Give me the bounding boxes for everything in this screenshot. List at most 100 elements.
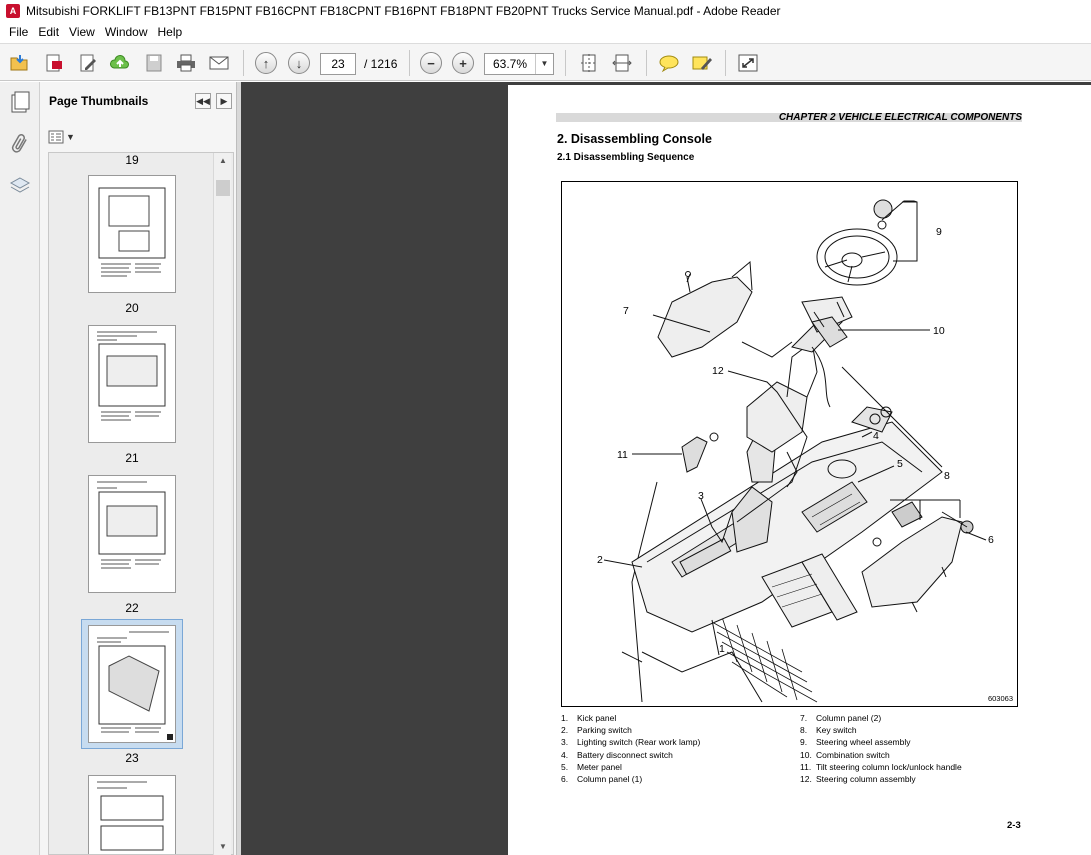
fullscreen-icon[interactable]	[736, 52, 760, 74]
legend-number: 7.	[800, 713, 808, 723]
toolbar: ↑ ↓ 23 / 1216 − + 63.7% ▼	[0, 43, 1091, 81]
thumbnail-label: 19	[125, 153, 139, 167]
legend-item: 8. Key switch	[800, 724, 962, 736]
thumbnail-page-20[interactable]	[88, 325, 176, 443]
legend-right: 7. Column panel (2) 8. Key switch 9. Steeri…	[800, 712, 962, 785]
subsection-heading: 2.1 Disassembling Sequence	[557, 152, 695, 163]
zoom-in-icon[interactable]: +	[451, 52, 475, 74]
thumbnail-page-21[interactable]	[88, 475, 176, 593]
legend-number: 1.	[561, 713, 569, 723]
callout-6: 6	[988, 534, 994, 546]
fit-page-icon[interactable]	[577, 52, 601, 74]
legend-number: 6.	[561, 774, 569, 785]
layers-icon[interactable]	[6, 172, 34, 200]
toolbar-separator	[646, 50, 647, 76]
thumbnails-panel: Page Thumbnails ◀◀ ▶ ▼ 19 20 21 22 23	[40, 82, 237, 855]
console-exploded-diagram: 1 2 3 4 5 6 7 8 9 10 11 12	[597, 199, 994, 703]
scrollbar-thumb[interactable]	[216, 180, 230, 196]
scroll-down-icon[interactable]: ▼	[214, 839, 232, 855]
thumbnail-label: 23	[125, 751, 139, 765]
window-title: Mitsubishi FORKLIFT FB13PNT FB15PNT FB16…	[26, 4, 781, 18]
navigation-pane	[0, 82, 40, 855]
disassembly-figure: 1 2 3 4 5 6 7 8 9 10 11 12 603063	[561, 181, 1018, 707]
legend-item: 3. Lighting switch (Rear work lamp)	[561, 736, 700, 748]
adobe-reader-icon: A	[6, 4, 20, 18]
legend-item: 4. Battery disconnect switch	[561, 749, 700, 761]
callout-12: 12	[712, 365, 724, 377]
thumbnail-page-24[interactable]	[88, 775, 176, 854]
legend-number: 10.	[800, 749, 812, 760]
menu-file[interactable]: File	[4, 25, 33, 39]
menu-edit[interactable]: Edit	[33, 25, 64, 39]
legend-item: 11. Tilt steering column lock/unlock hand…	[800, 761, 962, 773]
page-number: 2-3	[1007, 820, 1021, 831]
legend-item: 7. Column panel (2)	[800, 712, 962, 724]
thumbnails-scrollbar[interactable]: ▲ ▼	[213, 153, 231, 855]
legend-item: 10. Combination switch	[800, 749, 962, 761]
legend-text: Combination switch	[816, 749, 890, 760]
open-icon[interactable]	[8, 52, 32, 74]
legend-number: 3.	[561, 737, 569, 748]
callout-11: 11	[617, 449, 628, 461]
callout-4: 4	[873, 430, 879, 442]
fit-width-icon[interactable]	[610, 52, 634, 74]
menu-view[interactable]: View	[64, 25, 100, 39]
scroll-up-icon[interactable]: ▲	[214, 153, 232, 169]
chapter-header: CHAPTER 2 VEHICLE ELECTRICAL COMPONENTS	[778, 112, 1022, 123]
toolbar-separator	[725, 50, 726, 76]
legend-text: Lighting switch (Rear work lamp)	[577, 737, 701, 748]
thumbnail-label: 20	[125, 301, 139, 315]
previous-page-icon[interactable]: ↑	[254, 52, 278, 74]
legend-text: Parking switch	[577, 725, 632, 736]
legend-text: Tilt steering column lock/unlock handle	[816, 761, 962, 772]
thumbnail-label: 21	[125, 451, 139, 465]
legend-number: 9.	[800, 737, 808, 748]
upload-icon[interactable]	[108, 52, 132, 74]
legend-item: 9. Steering wheel assembly	[800, 736, 962, 748]
menu-help[interactable]: Help	[153, 25, 188, 39]
title-bar: A Mitsubishi FORKLIFT FB13PNT FB15PNT FB…	[0, 0, 1091, 22]
legend-text: Column panel (2)	[816, 713, 882, 723]
menu-window[interactable]: Window	[100, 25, 153, 39]
legend-text: Steering wheel assembly	[816, 737, 911, 748]
legend-text: Meter panel	[577, 761, 622, 772]
thumbnail-page-23[interactable]	[88, 625, 176, 743]
thumbnail-label: 22	[125, 601, 139, 615]
legend-number: 5.	[561, 761, 569, 772]
callout-9: 9	[936, 226, 942, 238]
legend-text: Column panel (1)	[577, 774, 643, 785]
legend-number: 12.	[800, 774, 812, 785]
pages-icon[interactable]	[6, 88, 34, 116]
comment-icon[interactable]	[657, 52, 681, 74]
legend-number: 2.	[561, 725, 569, 736]
pdf-page: CHAPTER 2 VEHICLE ELECTRICAL COMPONENTS …	[508, 85, 1091, 855]
save-icon[interactable]	[142, 52, 166, 74]
attachments-icon[interactable]	[6, 130, 34, 158]
panel-next-icon[interactable]: ▶	[216, 93, 232, 109]
zoom-out-icon[interactable]: −	[419, 52, 443, 74]
page-number-input[interactable]: 23	[320, 53, 356, 75]
zoom-select[interactable]: 63.7% ▼	[484, 53, 554, 75]
callout-3: 3	[698, 490, 704, 502]
highlight-icon[interactable]	[690, 52, 714, 74]
callout-1: 1	[719, 643, 725, 655]
callout-7: 7	[623, 305, 629, 317]
thumbnail-page-19[interactable]	[88, 175, 176, 293]
chevron-down-icon[interactable]: ▼	[535, 54, 553, 74]
legend-text: Steering column assembly	[816, 774, 916, 785]
chevron-down-icon: ▼	[66, 132, 75, 142]
edit-icon[interactable]	[76, 52, 100, 74]
callout-5: 5	[897, 458, 903, 470]
print-icon[interactable]	[174, 52, 198, 74]
toolbar-separator	[409, 50, 410, 76]
callout-8: 8	[944, 470, 950, 482]
legend-left: 1. Kick panel 2. Parking switch 3. Lighting…	[561, 712, 700, 785]
next-page-icon[interactable]: ↓	[287, 52, 311, 74]
create-pdf-icon[interactable]	[42, 52, 66, 74]
thumbnails-title: Page Thumbnails	[49, 94, 149, 108]
thumbnail-options-button[interactable]: ▼	[48, 128, 76, 146]
legend-text: Kick panel	[577, 713, 617, 723]
email-icon[interactable]	[207, 52, 231, 74]
collapse-panel-icon[interactable]: ◀◀	[195, 93, 211, 109]
legend-text: Key switch	[816, 725, 857, 736]
